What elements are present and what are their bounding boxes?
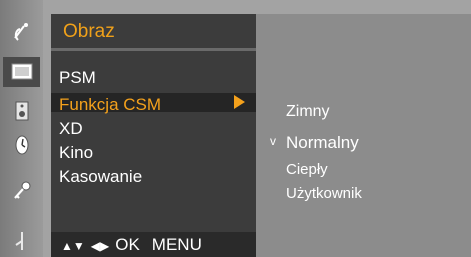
picture-screen-icon[interactable]	[3, 57, 40, 87]
submenu-item-normalny[interactable]: v Normalny	[270, 133, 456, 153]
updown-arrows-icon: ▲▼	[61, 239, 85, 253]
menu-title: Obraz	[63, 21, 115, 42]
speaker-icon[interactable]	[3, 96, 40, 126]
osd-screen: Obraz PSM Funkcja CSM XD Kino Kasowanie …	[0, 0, 471, 257]
leftright-arrows-icon: ◀▶	[90, 239, 110, 253]
menu-item-psm[interactable]: PSM	[59, 66, 259, 90]
extra-settings-icon[interactable]	[3, 226, 40, 256]
submenu-arrow-icon	[234, 95, 245, 109]
checkmark-icon: v	[270, 134, 276, 148]
icon-sidebar	[0, 0, 43, 257]
submenu-item-cieply[interactable]: Ciepły	[286, 161, 456, 178]
help-ok-label: OK	[115, 235, 140, 254]
satellite-dish-icon[interactable]	[3, 17, 40, 47]
help-bar: ▲▼ ◀▶ OK MENU	[51, 232, 256, 257]
clock-icon[interactable]	[3, 130, 40, 160]
help-menu-label: MENU	[151, 235, 202, 254]
menu-item-kasowanie[interactable]: Kasowanie	[59, 165, 259, 189]
title-divider	[51, 48, 256, 51]
submenu-item-normalny-label: Normalny	[286, 133, 359, 152]
submenu-item-zimny[interactable]: Zimny	[286, 103, 456, 121]
menu-item-kino[interactable]: Kino	[59, 141, 259, 165]
submenu-item-uzytkownik[interactable]: Użytkownik	[286, 185, 456, 202]
menu-item-xd[interactable]: XD	[59, 117, 259, 141]
key-icon[interactable]	[3, 176, 40, 206]
menu-item-funkcja-csm[interactable]: Funkcja CSM	[59, 93, 259, 117]
